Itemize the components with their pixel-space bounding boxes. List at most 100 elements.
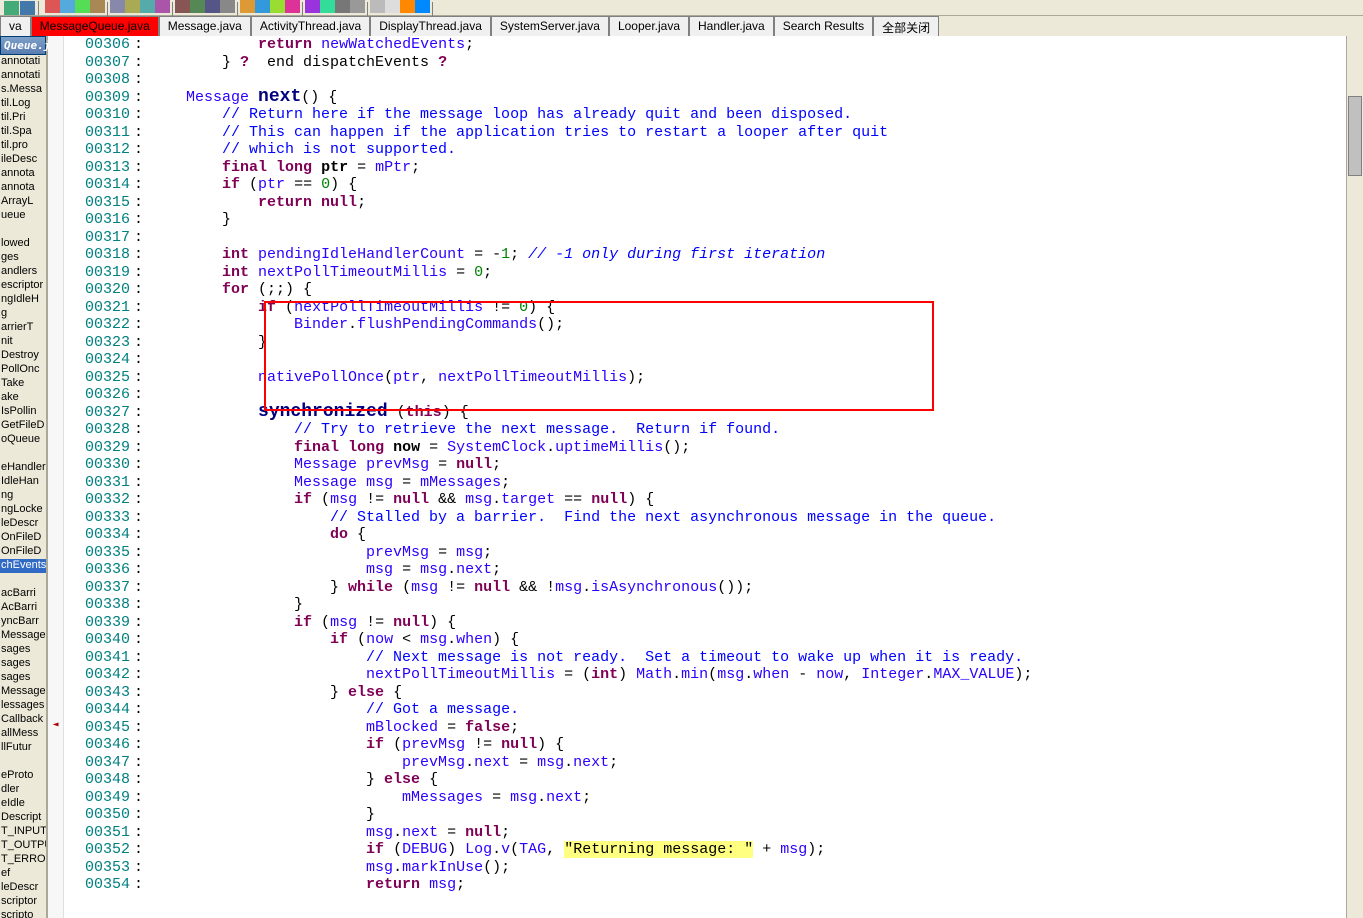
layout1-icon[interactable]	[255, 0, 270, 13]
code-line[interactable]: 00310: // Return here if the message loo…	[64, 106, 1346, 124]
tab-activitythread-java[interactable]: ActivityThread.java	[251, 16, 370, 36]
code-line[interactable]: 00354: return msg;	[64, 876, 1346, 894]
tab--[interactable]: 全部关闭	[873, 16, 939, 36]
symbol-item[interactable]: scripto	[0, 909, 46, 918]
symbol-item[interactable]: chEvents	[0, 559, 46, 573]
symbol-item[interactable]: Take	[0, 377, 46, 391]
net-icon[interactable]	[415, 0, 430, 13]
code-line[interactable]: 00339: if (msg != null) {	[64, 614, 1346, 632]
symbol-item[interactable]: eProto	[0, 769, 46, 783]
tab-displaythread-java[interactable]: DisplayThread.java	[370, 16, 491, 36]
symbol-item[interactable]: allMess	[0, 727, 46, 741]
symbol-item[interactable]: OnFileD	[0, 545, 46, 559]
vertical-scrollbar[interactable]	[1346, 36, 1363, 918]
code-line[interactable]: 00320: for (;;) {	[64, 281, 1346, 299]
code-line[interactable]: 00331: Message msg = mMessages;	[64, 474, 1346, 492]
symbol-item[interactable]: PollOnc	[0, 363, 46, 377]
save-icon[interactable]	[4, 1, 19, 15]
symbol-item[interactable]: til.pro	[0, 139, 46, 153]
code-line[interactable]: 00325: nativePollOnce(ptr, nextPollTimeo…	[64, 369, 1346, 387]
code-line[interactable]: 00319: int nextPollTimeoutMillis = 0;	[64, 264, 1346, 282]
symbol-item[interactable]: g	[0, 307, 46, 321]
code-line[interactable]: 00313: final long ptr = mPtr;	[64, 159, 1346, 177]
symbol-item[interactable]: acBarri	[0, 587, 46, 601]
tab-handler-java[interactable]: Handler.java	[689, 16, 774, 36]
symbol-item[interactable]: til.Spa	[0, 125, 46, 139]
symbol-item[interactable]: eHandler	[0, 461, 46, 475]
symbol-item[interactable]: sages	[0, 643, 46, 657]
symbol-item[interactable]: Destroy	[0, 349, 46, 363]
code-line[interactable]: 00350: }	[64, 806, 1346, 824]
tab-va[interactable]: va	[0, 16, 31, 36]
fwd-icon[interactable]	[175, 0, 190, 13]
refresh-icon[interactable]	[385, 0, 400, 13]
paste-icon[interactable]	[90, 0, 105, 13]
symbol-item[interactable]: yncBarr	[0, 615, 46, 629]
search-icon[interactable]	[220, 0, 235, 13]
code-line[interactable]: 00330: Message prevMsg = null;	[64, 456, 1346, 474]
symbol-item[interactable]: sages	[0, 657, 46, 671]
wrap-icon[interactable]	[350, 0, 365, 13]
symbol-item[interactable]: ng	[0, 489, 46, 503]
code-line[interactable]: 00333: // Stalled by a barrier. Find the…	[64, 509, 1346, 527]
back-icon[interactable]	[155, 0, 170, 13]
tab-search-results[interactable]: Search Results	[774, 16, 873, 36]
code-line[interactable]: 00346: if (prevMsg != null) {	[64, 736, 1346, 754]
symbol-item[interactable]: nit	[0, 335, 46, 349]
symbol-item[interactable]: ef	[0, 867, 46, 881]
symbol-item[interactable]: arrierT	[0, 321, 46, 335]
code-line[interactable]: 00324:	[64, 351, 1346, 369]
symbol-item[interactable]: Message	[0, 685, 46, 699]
list1-icon[interactable]	[305, 0, 320, 13]
save-all-icon[interactable]	[20, 1, 35, 15]
code-line[interactable]: 00348: } else {	[64, 771, 1346, 789]
symbol-item[interactable]: annota	[0, 181, 46, 195]
symbol-item[interactable]: ueue	[0, 209, 46, 223]
lock-icon[interactable]	[400, 0, 415, 13]
symbol-item[interactable]: oQueue	[0, 433, 46, 447]
code-line[interactable]: 00314: if (ptr == 0) {	[64, 176, 1346, 194]
layout3-icon[interactable]	[285, 0, 300, 13]
code-line[interactable]: 00315: return null;	[64, 194, 1346, 212]
symbol-item[interactable]: ges	[0, 251, 46, 265]
code-line[interactable]: 00309: Message next() {	[64, 89, 1346, 107]
list2-icon[interactable]	[320, 0, 335, 13]
code-line[interactable]: 00311: // This can happen if the applica…	[64, 124, 1346, 142]
symbol-item[interactable]	[0, 447, 46, 461]
symbol-item[interactable]	[0, 755, 46, 769]
code-line[interactable]: 00341: // Next message is not ready. Set…	[64, 649, 1346, 667]
symbol-item[interactable]: lessages	[0, 699, 46, 713]
code-line[interactable]: 00347: prevMsg.next = msg.next;	[64, 754, 1346, 772]
gutter-mark-icon[interactable]: ◄	[48, 719, 63, 737]
symbol-item[interactable]: andlers	[0, 265, 46, 279]
tab-systemserver-java[interactable]: SystemServer.java	[491, 16, 609, 36]
tab-messagequeue-java[interactable]: MessageQueue.java	[31, 16, 159, 36]
symbol-item[interactable]: T_OUTPU	[0, 839, 46, 853]
scrollbar-thumb[interactable]	[1348, 96, 1362, 176]
symbol-item[interactable]: Callback	[0, 713, 46, 727]
symbol-item[interactable]: annota	[0, 167, 46, 181]
code-line[interactable]: 00312: // which is not supported.	[64, 141, 1346, 159]
code-line[interactable]: 00307: } ? end dispatchEvents ?	[64, 54, 1346, 72]
copy-icon[interactable]	[60, 0, 75, 13]
symbol-item[interactable]: llFutur	[0, 741, 46, 755]
symbol-item[interactable]: Descript	[0, 811, 46, 825]
symbol-item[interactable]: ngLocke	[0, 503, 46, 517]
list3-icon[interactable]	[335, 0, 350, 13]
code-line[interactable]: 00337: } while (msg != null && !msg.isAs…	[64, 579, 1346, 597]
code-line[interactable]: 00338: }	[64, 596, 1346, 614]
symbol-item[interactable]: s.Messa	[0, 83, 46, 97]
code-line[interactable]: 00334: do {	[64, 526, 1346, 544]
tab-message-java[interactable]: Message.java	[159, 16, 251, 36]
code-line[interactable]: 00323: }	[64, 334, 1346, 352]
tab-looper-java[interactable]: Looper.java	[609, 16, 689, 36]
symbol-item[interactable]: til.Pri	[0, 111, 46, 125]
layout2-icon[interactable]	[270, 0, 285, 13]
symbol-item[interactable]: escriptor	[0, 279, 46, 293]
symbol-item[interactable]: IdleHan	[0, 475, 46, 489]
code-line[interactable]: 00345: mBlocked = false;	[64, 719, 1346, 737]
up-icon[interactable]	[190, 0, 205, 13]
code-line[interactable]: 00327: synchronized (this) {	[64, 404, 1346, 422]
code-line[interactable]: 00344: // Got a message.	[64, 701, 1346, 719]
symbol-item[interactable]: Message	[0, 629, 46, 643]
